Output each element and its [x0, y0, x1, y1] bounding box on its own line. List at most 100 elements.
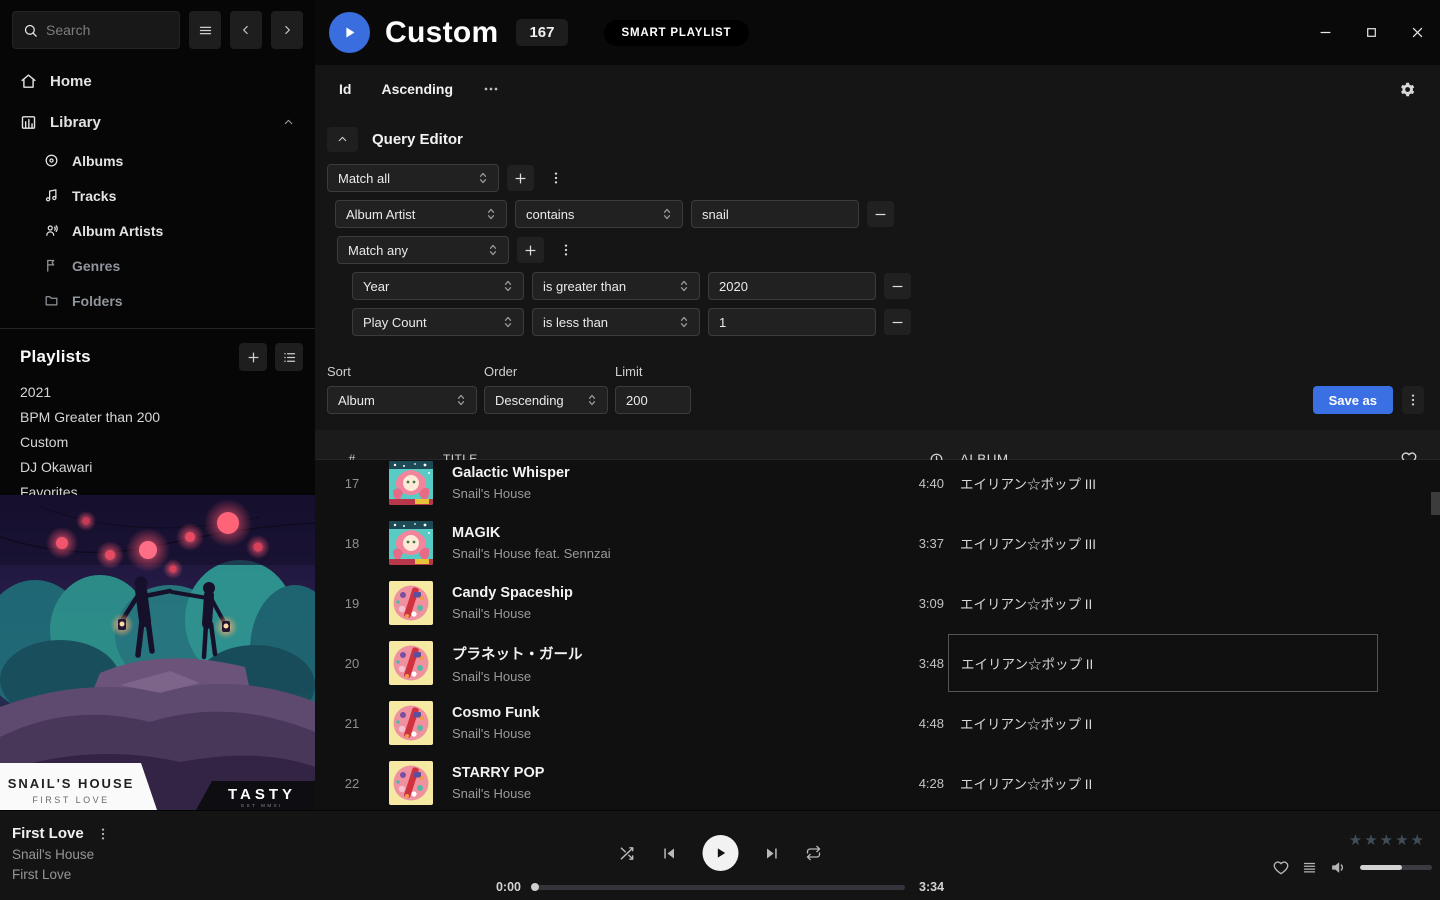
save-menu-button[interactable]: [1402, 386, 1424, 414]
settings-gear-icon[interactable]: [1399, 81, 1416, 98]
sidebar-item-home[interactable]: Home: [0, 63, 315, 100]
add-playlist-button[interactable]: [239, 343, 267, 371]
search-input[interactable]: [46, 22, 169, 38]
rating-star-icon[interactable]: ★: [1349, 831, 1362, 849]
playlist-item[interactable]: DJ Okawari: [0, 454, 315, 479]
next-track-button[interactable]: [765, 846, 780, 861]
remove-rule-button[interactable]: [867, 201, 894, 227]
elapsed-time: 0:00: [496, 880, 521, 894]
track-album[interactable]: エイリアン☆ポップ II: [948, 694, 1378, 752]
nav-back-button[interactable]: [230, 11, 262, 49]
remove-subrule2-button[interactable]: [884, 309, 911, 335]
sidebar-library-item-label: Tracks: [72, 188, 116, 204]
sort-direction-control[interactable]: Ascending: [381, 81, 453, 97]
window-close-button[interactable]: [1394, 0, 1440, 65]
window-maximize-button[interactable]: [1348, 0, 1394, 65]
order-select[interactable]: Descending: [484, 386, 608, 414]
match-all-select[interactable]: Match all: [327, 164, 499, 192]
play-dark-icon: [713, 845, 729, 861]
artwork-label-sub-text: EST MMXI: [241, 803, 283, 808]
track-row[interactable]: 17 Galactic Whisper Snail's House 4:40 エ…: [315, 460, 1440, 513]
sidebar-item-library[interactable]: Library: [0, 104, 315, 141]
sort-select[interactable]: Album: [327, 386, 477, 414]
volume-icon[interactable]: [1330, 859, 1347, 876]
sidebar-item-genres[interactable]: Genres: [0, 248, 315, 283]
menu-button[interactable]: [189, 11, 221, 49]
save-as-button[interactable]: Save as: [1313, 386, 1393, 414]
volume-slider[interactable]: [1360, 865, 1432, 870]
sidebar-item-folders[interactable]: Folders: [0, 283, 315, 318]
query-collapse-button[interactable]: [327, 127, 358, 152]
sidebar-item-albums[interactable]: Albums: [0, 143, 315, 178]
playlist-options-button[interactable]: [275, 343, 303, 371]
track-row[interactable]: 19 Candy Spaceship Snail's House 3:09 エイ…: [315, 573, 1440, 633]
subrule2-operator-select[interactable]: is less than: [532, 308, 700, 336]
subgroup-menu-button[interactable]: [552, 237, 579, 263]
playlist-item[interactable]: 2021: [0, 379, 315, 404]
add-rule-button[interactable]: [507, 165, 534, 191]
track-album[interactable]: エイリアン☆ポップ III: [948, 460, 1378, 512]
rule-field-select[interactable]: Album Artist: [335, 200, 507, 228]
play-pause-button[interactable]: [703, 835, 739, 871]
repeat-button[interactable]: [806, 845, 822, 861]
rating-star-icon[interactable]: ★: [1380, 831, 1393, 849]
track-album[interactable]: エイリアン☆ポップ II: [948, 754, 1378, 810]
seek-bar[interactable]: [535, 885, 905, 890]
rating-star-icon[interactable]: ★: [1395, 831, 1408, 849]
sort-field-control[interactable]: Id: [339, 81, 351, 97]
queue-button[interactable]: [1302, 860, 1317, 875]
tracklist-scrollbar-thumb[interactable]: [1431, 492, 1440, 515]
rating-star-icon[interactable]: ★: [1411, 831, 1424, 849]
playlist-item[interactable]: BPM Greater than 200: [0, 404, 315, 429]
add-subrule-button[interactable]: [517, 237, 544, 263]
search-box[interactable]: [12, 11, 180, 49]
page-title: Custom: [385, 16, 498, 50]
subrule2-value-input[interactable]: 1: [708, 308, 876, 336]
subrule1-value-input[interactable]: 2020: [708, 272, 876, 300]
sidebar-item-tracks[interactable]: Tracks: [0, 178, 315, 213]
now-playing-artist: Snail's House: [12, 847, 110, 862]
shuffle-button[interactable]: [619, 845, 636, 862]
rule-operator-select[interactable]: contains: [515, 200, 683, 228]
alien-pop-ii-cover: [389, 701, 433, 745]
track-title: MAGIK: [452, 525, 878, 541]
now-playing-menu-button[interactable]: [96, 827, 110, 841]
sidebar-library-item-label: Folders: [72, 293, 123, 309]
subrule2-field-select[interactable]: Play Count: [352, 308, 524, 336]
limit-label: Limit: [615, 364, 691, 379]
chevron-right-icon: [280, 23, 294, 37]
track-row[interactable]: 18 MAGIK Snail's House feat. Sennzai 3:3…: [315, 513, 1440, 573]
seek-knob[interactable]: [531, 883, 539, 891]
select-spinner-icon: [503, 316, 513, 328]
tracklist-rows: 17 Galactic Whisper Snail's House 4:40 エ…: [315, 460, 1440, 810]
track-row[interactable]: 22 STARRY POP Snail's House 4:28 エイリアン☆ポ…: [315, 753, 1440, 810]
rule-value-input[interactable]: snail: [691, 200, 859, 228]
previous-track-button[interactable]: [662, 846, 677, 861]
more-options-button[interactable]: [483, 81, 499, 97]
play-playlist-button[interactable]: [329, 12, 370, 53]
subrule1-operator-select[interactable]: is greater than: [532, 272, 700, 300]
playlist-item[interactable]: Custom: [0, 429, 315, 454]
remove-subrule1-button[interactable]: [884, 273, 911, 299]
window-minimize-button[interactable]: [1302, 0, 1348, 65]
list-icon: [282, 350, 297, 365]
limit-input[interactable]: 200: [615, 386, 691, 414]
subrule1-field-select[interactable]: Year: [352, 272, 524, 300]
nav-forward-button[interactable]: [271, 11, 303, 49]
favorite-track-button[interactable]: [1273, 860, 1289, 876]
now-playing-artwork[interactable]: SNAIL'S HOUSE FIRST LOVE TASTY EST MMXI: [0, 495, 315, 810]
sidebar-item-album-artists[interactable]: Album Artists: [0, 213, 315, 248]
chevron-up-icon[interactable]: [282, 116, 295, 129]
match-any-select[interactable]: Match any: [337, 236, 509, 264]
sidebar-library-item-label: Albums: [72, 153, 123, 169]
track-duration: 3:48: [878, 656, 948, 671]
track-album[interactable]: エイリアン☆ポップ III: [948, 514, 1378, 572]
track-album[interactable]: エイリアン☆ポップ II: [948, 574, 1378, 632]
rating-star-icon[interactable]: ★: [1364, 831, 1377, 849]
track-duration: 4:28: [878, 776, 948, 791]
library-sublist: Albums Tracks Album Artists Genres Folde…: [0, 143, 315, 318]
track-row[interactable]: 20 プラネット・ガール Snail's House 3:48 エイリアン☆ポッ…: [315, 633, 1440, 693]
group-menu-button[interactable]: [542, 165, 569, 191]
track-row[interactable]: 21 Cosmo Funk Snail's House 4:48 エイリアン☆ポ…: [315, 693, 1440, 753]
track-album[interactable]: エイリアン☆ポップ II: [948, 634, 1378, 692]
